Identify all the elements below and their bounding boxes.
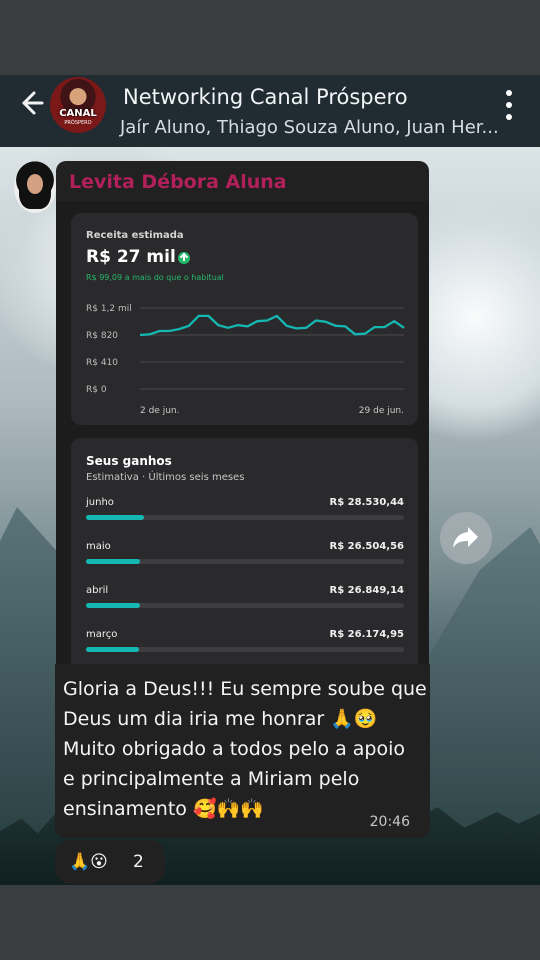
month-amount: R$ 28.530,44 xyxy=(329,497,404,508)
group-avatar[interactable]: CANAL PRÓSPERO xyxy=(50,77,106,133)
earnings-progress-fill xyxy=(86,647,139,652)
message-text: Gloria a Deus!!! Eu sempre soube que Deu… xyxy=(63,678,427,820)
month-amount: R$ 26.504,56 xyxy=(329,541,404,552)
month-label: março xyxy=(86,629,118,640)
forward-icon[interactable] xyxy=(440,512,492,564)
earnings-progress-bar xyxy=(86,559,404,564)
earnings-progress-bar xyxy=(86,515,404,520)
month-row-junho: junho R$ 28.530,44 xyxy=(86,497,404,531)
revenue-value: R$ 27 mil xyxy=(86,247,176,267)
earnings-progress-fill xyxy=(86,603,140,608)
chart-y-tick-label: R$ 410 xyxy=(86,358,118,368)
message-reactions[interactable]: 🙏😮 2 xyxy=(55,840,165,884)
reaction-count: 2 xyxy=(133,852,144,872)
top-spacer xyxy=(0,0,540,75)
earnings-progress-bar xyxy=(86,603,404,608)
message-time: 20:46 xyxy=(369,814,410,830)
month-row-maio: maio R$ 26.504,56 xyxy=(86,541,404,575)
more-options-icon[interactable] xyxy=(501,90,517,122)
sender-name[interactable]: Levita Débora Aluna xyxy=(69,171,287,193)
group-members-preview[interactable]: Jaír Aluno, Thiago Souza Aluno, Juan Her… xyxy=(120,117,499,138)
month-row-marco: março R$ 26.174,95 xyxy=(86,629,404,663)
earnings-card: Seus ganhos Estimativa · Últimos seis me… xyxy=(71,438,418,666)
month-label: maio xyxy=(86,541,111,552)
group-title[interactable]: Networking Canal Próspero xyxy=(123,85,408,109)
month-label: junho xyxy=(86,497,114,508)
message-bubble-text: Gloria a Deus!!! Eu sempre soube que Deu… xyxy=(55,664,430,838)
reaction-emojis: 🙏😮 xyxy=(69,852,108,872)
trend-text: R$ 99,09 a mais do que o habitual xyxy=(86,273,224,282)
group-avatar-logo: CANAL xyxy=(59,108,97,119)
chart-series-line xyxy=(139,314,405,337)
earnings-progress-fill xyxy=(86,559,140,564)
earnings-title: Seus ganhos xyxy=(86,454,172,468)
estimated-revenue-card: Receita estimada R$ 27 mil R$ 99,09 a ma… xyxy=(71,213,418,425)
earnings-subtitle: Estimativa · Últimos seis meses xyxy=(86,472,245,483)
chart-y-tick-label: R$ 0 xyxy=(86,385,107,395)
month-label: abril xyxy=(86,585,109,596)
trend-up-icon xyxy=(178,252,190,264)
shared-earnings-screenshot[interactable]: Receita estimada R$ 27 mil R$ 99,09 a ma… xyxy=(56,201,429,666)
month-amount: R$ 26.174,95 xyxy=(329,629,404,640)
chart-x-tick-label: 29 de jun. xyxy=(359,406,404,416)
revenue-label: Receita estimada xyxy=(86,230,184,241)
revenue-line-chart: R$ 1,2 mil R$ 820 R$ 410 R$ 0 2 de jun. 29 de… xyxy=(86,304,405,416)
earnings-progress-fill xyxy=(86,515,144,520)
chat-header: CANAL PRÓSPERO Networking Canal Próspero… xyxy=(0,75,540,147)
group-avatar-subtext: PRÓSPERO xyxy=(64,120,92,126)
sender-avatar[interactable] xyxy=(14,161,56,213)
chart-y-tick-label: R$ 820 xyxy=(86,331,118,341)
chart-x-tick-label: 2 de jun. xyxy=(140,406,179,416)
month-amount: R$ 26.849,14 xyxy=(329,585,404,596)
back-arrow-icon[interactable] xyxy=(14,87,46,119)
month-row-abril: abril R$ 26.849,14 xyxy=(86,585,404,619)
chart-y-tick-label: R$ 1,2 mil xyxy=(86,304,132,314)
earnings-progress-bar xyxy=(86,647,404,652)
